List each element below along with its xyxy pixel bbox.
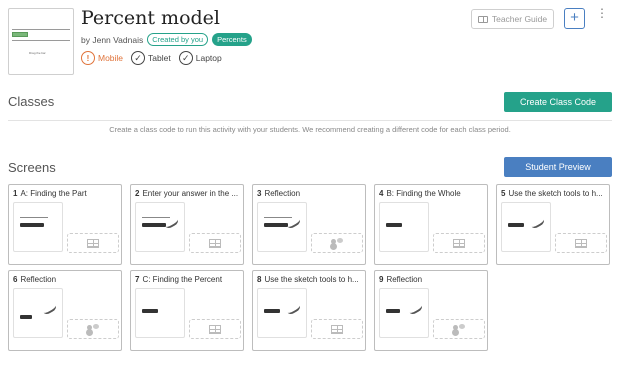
screen-preview [135,288,185,338]
screen-card[interactable]: 9 Reflection [374,270,488,351]
device-tablet: ✓ Tablet [131,51,171,65]
teacher-guide-button[interactable]: Teacher Guide [471,9,554,29]
table-icon [87,238,99,248]
screens-heading: Screens [8,160,56,175]
more-options-icon[interactable]: ⋮ [596,7,608,19]
add-button[interactable]: + [564,8,585,29]
screen-card[interactable]: 7 C: Finding the Percent [130,270,244,351]
student-preview-button[interactable]: Student Preview [504,157,612,177]
screen-card[interactable]: 2 Enter your answer in the ... [130,184,244,265]
created-by-you-tag: Created by you [147,33,209,46]
book-icon [477,15,488,23]
table-icon [575,238,587,248]
screen-preview [379,288,429,338]
table-component [433,233,485,253]
table-component [67,233,119,253]
screen-preview [257,288,307,338]
table-component [555,233,607,253]
table-component [311,319,363,339]
screen-preview [257,202,307,252]
screen-preview [13,288,63,338]
table-icon [209,324,221,334]
activity-thumbnail: Drag the bar [8,8,74,75]
table-icon [331,324,343,334]
screen-card[interactable]: 8 Use the sketch tools to h... [252,270,366,351]
classes-heading: Classes [8,94,55,109]
check-icon: ✓ [131,51,146,65]
author: by Jenn Vadnais [81,34,144,45]
divider [8,120,612,121]
create-class-code-button[interactable]: Create Class Code [504,92,612,112]
response-component [433,319,485,339]
table-icon [453,238,465,248]
screen-card[interactable]: 1 A: Finding the Part [8,184,122,265]
class-code-note: Create a class code to run this activity… [109,125,511,134]
screen-preview [13,202,63,252]
thumbnail-text: Drag the bar [29,51,46,55]
screen-preview [501,202,551,252]
response-component [311,233,363,253]
table-component [189,319,241,339]
page-title: Percent model [81,7,220,29]
table-icon [209,238,221,248]
screen-card[interactable]: 4 B: Finding the Whole [374,184,488,265]
screen-card[interactable]: 3 Reflection [252,184,366,265]
device-laptop: ✓ Laptop [178,51,222,65]
screen-preview [379,202,429,252]
people-icon [330,237,344,248]
percents-tag[interactable]: Percents [212,33,252,46]
response-component [67,319,119,339]
table-component [189,233,241,253]
screen-card[interactable]: 5 Use the sketch tools to h... [496,184,610,265]
people-icon [452,323,466,334]
screen-card[interactable]: 6 Reflection [8,270,122,351]
device-compatibility: ! Mobile ✓ Tablet ✓ Laptop [81,51,222,65]
warning-icon: ! [81,51,95,65]
screen-preview [135,202,185,252]
device-mobile: ! Mobile [81,51,123,65]
check-icon: ✓ [178,51,193,65]
byline-row: by Jenn Vadnais Created by you Percents [81,33,252,46]
people-icon [86,323,100,334]
